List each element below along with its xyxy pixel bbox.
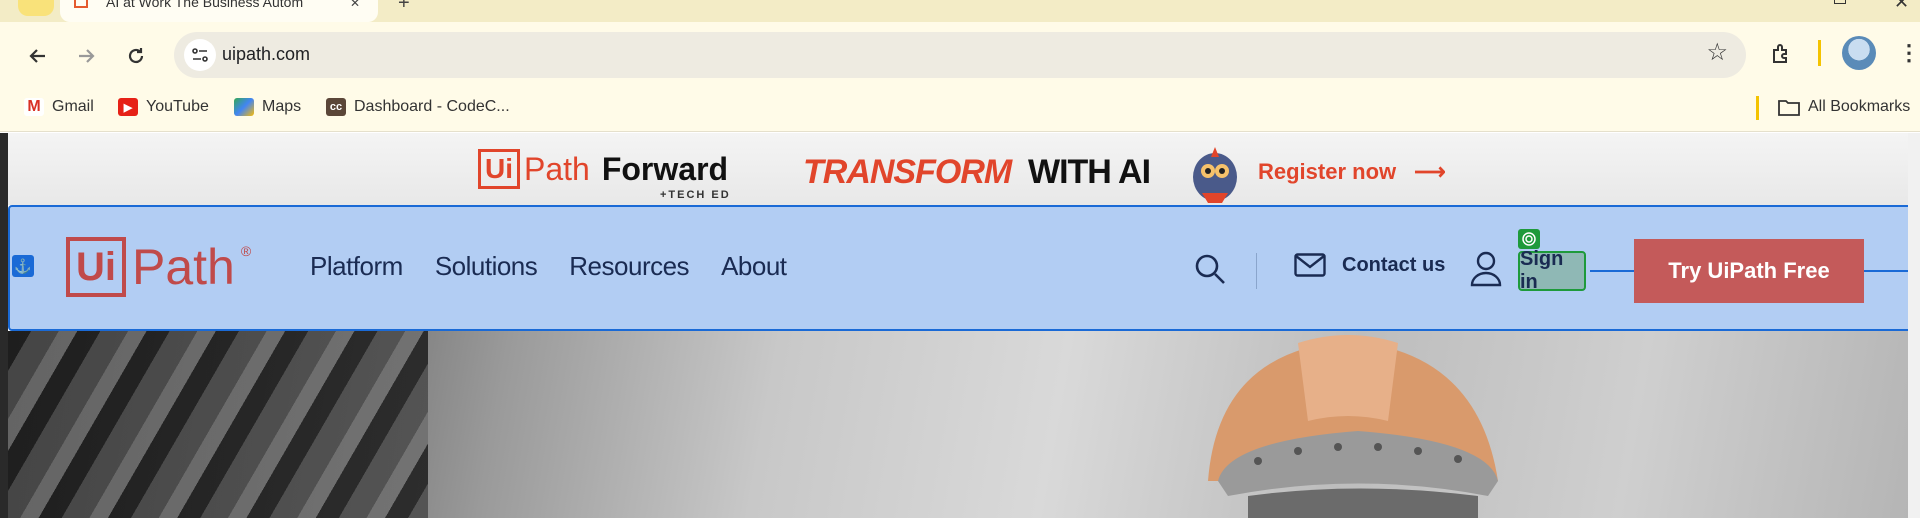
youtube-icon: ▶ (118, 98, 138, 116)
bookmark-youtube[interactable]: ▶ YouTube (118, 98, 209, 116)
register-label: Register now (1258, 159, 1397, 184)
main-navigation: ⚓ Ui Path ® Platform Solutions Resources… (8, 205, 1916, 331)
register-now-link[interactable]: Register now ⟶ (1258, 159, 1446, 185)
all-bookmarks-label: All Bookmarks (1808, 98, 1911, 115)
brand-ui: Ui (66, 237, 126, 297)
logo-path: Path (524, 150, 590, 187)
logo-ui: Ui (478, 149, 520, 189)
bookmarks-bar: M Gmail ▶ YouTube Maps cc Dashboard - Co… (0, 86, 1920, 132)
tab-search-icon[interactable] (18, 0, 54, 16)
user-icon[interactable] (1470, 251, 1502, 292)
site-info-icon[interactable] (184, 39, 216, 71)
nav-divider (1256, 253, 1257, 289)
toolbar-divider (1818, 40, 1821, 66)
sign-in-button[interactable]: Sign in (1518, 248, 1586, 293)
forward-icon[interactable] (66, 40, 106, 72)
bookmark-maps[interactable]: Maps (234, 98, 301, 116)
page-left-edge (0, 133, 8, 518)
hard-hat-worker-image (1208, 335, 1498, 518)
logo-forward: Forward (601, 150, 729, 187)
tab-strip: AI at Work The Business Autom ✕ + ✕ (0, 0, 1920, 22)
maps-icon (234, 98, 254, 116)
nav-platform[interactable]: Platform (310, 251, 403, 282)
transform-heading: TRANSFORM (803, 153, 1012, 191)
folder-icon (1778, 100, 1800, 116)
search-icon[interactable] (1194, 253, 1226, 290)
gmail-icon: M (24, 98, 44, 116)
uipath-favicon-icon (74, 0, 88, 8)
tab-title: AI at Work The Business Autom (106, 0, 304, 10)
tab-close-icon[interactable]: ✕ (350, 0, 360, 10)
robot-mascot-icon (1193, 147, 1237, 203)
contact-us-link[interactable]: Contact us (1294, 253, 1445, 277)
with-ai-heading: WITH AI (1028, 153, 1151, 191)
browser-menu-icon[interactable]: ⋮ (1898, 40, 1920, 66)
uipath-logo[interactable]: Ui Path ® (66, 237, 251, 297)
mail-icon (1294, 253, 1326, 277)
all-bookmarks-button[interactable]: All Bookmarks (1778, 98, 1910, 116)
page-scrollbar[interactable] (1908, 133, 1920, 518)
webpage: Ui Path Forward +TECH ED TRANSFORM WITH … (8, 133, 1920, 518)
bookmark-label: YouTube (146, 98, 209, 115)
tech-ed-label: +TECH ED (660, 189, 731, 201)
anchor-icon: ⚓ (12, 255, 34, 277)
contact-us-label: Contact us (1342, 253, 1446, 276)
browser-toolbar: uipath.com ☆ ⋮ (0, 22, 1920, 86)
try-uipath-free-button[interactable]: Try UiPath Free (1634, 239, 1864, 303)
reload-icon[interactable] (116, 40, 156, 72)
extensions-icon[interactable] (1770, 42, 1794, 71)
bookmark-gmail[interactable]: M Gmail (24, 98, 94, 116)
brand-path: Path (132, 239, 235, 295)
bookmark-codechef[interactable]: cc Dashboard - CodeC... (326, 98, 510, 116)
target-badge-icon (1518, 229, 1540, 249)
close-window-button[interactable]: ✕ (1894, 0, 1909, 13)
bookmarks-divider (1756, 96, 1759, 120)
brand-registered: ® (240, 243, 252, 259)
bookmark-label: Gmail (52, 98, 94, 115)
restore-window-icon[interactable] (1834, 0, 1846, 4)
nav-about[interactable]: About (721, 251, 787, 282)
new-tab-button[interactable]: + (398, 0, 410, 15)
active-tab[interactable]: AI at Work The Business Autom ✕ (60, 0, 378, 22)
nav-links: Platform Solutions Resources About (310, 251, 787, 282)
uipath-forward-logo: Ui Path Forward (478, 149, 728, 189)
codechef-icon: cc (326, 98, 346, 116)
bookmark-star-icon[interactable]: ☆ (1706, 38, 1728, 67)
hero-image (8, 331, 1908, 518)
arrow-right-icon: ⟶ (1414, 159, 1446, 184)
promo-banner[interactable]: Ui Path Forward +TECH ED TRANSFORM WITH … (8, 133, 1908, 205)
nav-resources[interactable]: Resources (569, 251, 689, 282)
address-bar[interactable]: uipath.com ☆ (174, 32, 1746, 78)
profile-avatar[interactable] (1842, 36, 1876, 70)
bookmark-label: Dashboard - CodeC... (354, 98, 510, 115)
nav-solutions[interactable]: Solutions (435, 251, 538, 282)
back-icon[interactable] (18, 40, 58, 72)
hero-shelves (8, 331, 428, 518)
url-text[interactable]: uipath.com (222, 44, 310, 65)
bookmark-label: Maps (262, 98, 302, 115)
